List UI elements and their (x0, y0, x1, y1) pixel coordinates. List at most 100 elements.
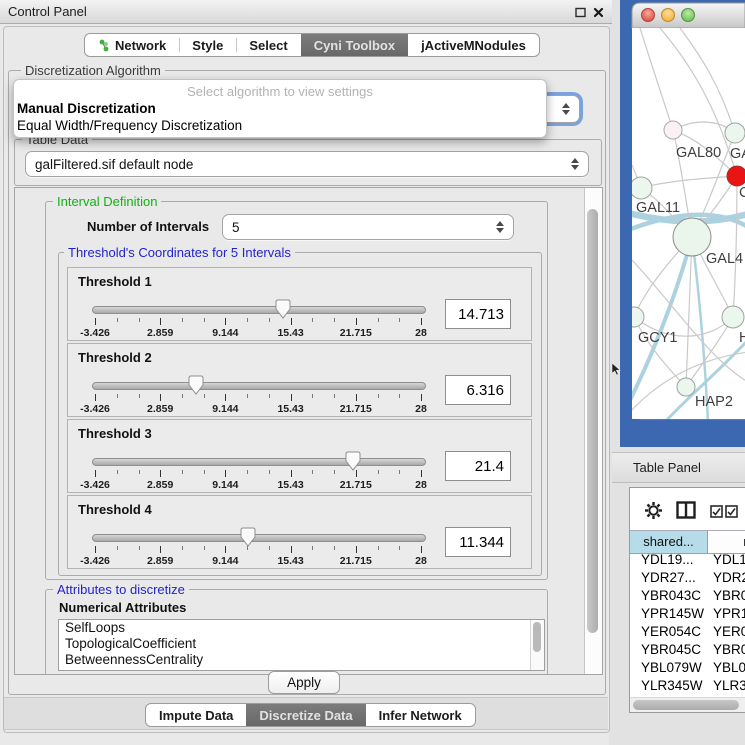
tab-cyni-toolbox[interactable]: Cyni Toolbox (301, 34, 408, 56)
minimize-traffic-light[interactable] (662, 9, 675, 22)
tab-jactivemnodules[interactable]: jActiveMNodules (408, 34, 539, 56)
network-node[interactable] (677, 378, 695, 396)
apply-button[interactable]: Apply (268, 671, 340, 694)
split-columns-icon[interactable] (676, 501, 696, 519)
threshold-slider-track[interactable] (92, 382, 426, 390)
tab-network[interactable]: Network (85, 34, 179, 56)
scrollbar-thumb[interactable] (533, 622, 541, 652)
table-row[interactable]: YPR145WYPR1 (630, 606, 745, 624)
network-node-selected[interactable] (727, 166, 745, 186)
table-body: YDL19...YDL1YDR27...YDR2YBR043CYBR0YPR14… (630, 552, 745, 713)
table-cell-shared-name[interactable]: YER054C (630, 624, 707, 642)
zoom-traffic-light[interactable] (682, 9, 695, 22)
table-cell-shared-name[interactable]: YDR27... (630, 570, 707, 588)
number-of-intervals-combobox[interactable]: 5 (222, 214, 514, 240)
table-header-shared-name[interactable]: shared... (630, 531, 708, 553)
slider-tick-label: 9.144 (212, 555, 238, 567)
table-cell-name[interactable]: YDR2 (707, 570, 745, 588)
threshold-slider-track[interactable] (92, 306, 426, 314)
threshold-slider-thumb[interactable] (188, 375, 204, 395)
network-node[interactable] (725, 123, 745, 143)
table-cell-shared-name[interactable]: YDL19... (630, 552, 707, 570)
table-data-combobox-value: galFiltered.sif default node (35, 157, 193, 172)
slider-tick (95, 546, 96, 553)
network-view-panel[interactable]: GAL80 GA C GAL11 GAL4 GCY1 H HAP2 (620, 0, 745, 447)
slider-tick-label: -3.426 (80, 479, 110, 491)
checkbox-icon[interactable] (710, 505, 723, 518)
threshold-value-field[interactable]: 11.344 (445, 527, 511, 557)
scrollbar-thumb[interactable] (587, 209, 598, 633)
slider-tick (421, 546, 422, 553)
table-panel-titlebar[interactable]: Table Panel (612, 452, 745, 483)
dropdown-option-equal-width[interactable]: Equal Width/Frequency Discretization (17, 118, 242, 133)
table-row[interactable]: YER054CYER0 (630, 624, 745, 642)
gear-icon[interactable] (644, 501, 663, 520)
network-node[interactable] (722, 306, 744, 328)
table-cell-shared-name[interactable]: YBL079W (630, 660, 707, 678)
dropdown-option-manual[interactable]: Manual Discretization (17, 101, 156, 116)
threshold-slider-track[interactable] (92, 458, 426, 466)
slider-tick (399, 470, 400, 474)
threshold-value-field[interactable]: 14.713 (445, 299, 511, 329)
node-label: HAP2 (695, 394, 733, 410)
attribute-list-item[interactable]: BetweennessCentrality (59, 652, 544, 668)
threshold-slider-track[interactable] (92, 534, 426, 542)
table-cell-name[interactable]: YLR3 (707, 678, 745, 696)
table-row[interactable]: YDR27...YDR2 (630, 570, 745, 588)
scrollbar-thumb[interactable] (633, 700, 739, 710)
table-header-name[interactable]: na (708, 531, 745, 553)
table-row[interactable]: YDL19...YDL1 (630, 552, 745, 570)
attributes-list-scrollbar[interactable] (530, 620, 544, 670)
float-window-icon[interactable] (574, 6, 587, 19)
table-cell-shared-name[interactable]: YBR045C (630, 642, 707, 660)
table-row[interactable]: YBR045CYBR0 (630, 642, 745, 660)
network-node[interactable] (630, 177, 652, 199)
threshold-slider-thumb[interactable] (240, 527, 256, 547)
close-icon[interactable] (592, 6, 605, 19)
table-cell-name[interactable]: YBR0 (707, 642, 745, 660)
checkbox-icon[interactable] (725, 505, 738, 518)
slider-tick-label: 21.715 (340, 479, 372, 491)
threshold-slider-thumb[interactable] (345, 451, 361, 471)
slider-tick (225, 546, 226, 553)
tab-impute-data[interactable]: Impute Data (146, 704, 246, 726)
combo-spinner-icon (562, 102, 570, 116)
tab-infer-network[interactable]: Infer Network (366, 704, 475, 726)
slider-tick (182, 318, 183, 322)
slider-tick (378, 546, 379, 550)
slider-tick (291, 394, 292, 401)
network-node[interactable] (664, 121, 682, 139)
table-cell-shared-name[interactable]: YBR043C (630, 588, 707, 606)
tab-discretize-data[interactable]: Discretize Data (246, 704, 365, 726)
slider-tick-label: 9.144 (212, 403, 238, 415)
attribute-list-item[interactable]: TopologicalCoefficient (59, 636, 544, 652)
threshold-slider-thumb[interactable] (275, 299, 291, 319)
slider-tick (334, 546, 335, 550)
table-row[interactable]: YBL079WYBL0 (630, 660, 745, 678)
attribute-list-item[interactable]: SelfLoops (59, 620, 544, 636)
network-canvas[interactable]: GAL80 GA C GAL11 GAL4 GCY1 H HAP2 (624, 28, 745, 422)
slider-tick (312, 470, 313, 474)
threshold-value-field[interactable]: 21.4 (445, 451, 511, 481)
table-cell-name[interactable]: YPR1 (707, 606, 745, 624)
table-cell-name[interactable]: YBL0 (707, 660, 745, 678)
table-cell-name[interactable]: YDL1 (707, 552, 745, 570)
table-data-combobox[interactable]: galFiltered.sif default node (25, 151, 589, 177)
threshold-panel-4: Threshold 4-3.4262.8599.14415.4321.71528… (67, 495, 532, 569)
table-cell-name[interactable]: YER0 (707, 624, 745, 642)
table-cell-shared-name[interactable]: YPR145W (630, 606, 707, 624)
panel-vertical-scrollbar[interactable] (584, 188, 602, 674)
table-row[interactable]: YLR345WYLR3 (630, 678, 745, 696)
threshold-value-field[interactable]: 6.316 (445, 375, 511, 405)
table-cell-name[interactable]: YBR0 (707, 588, 745, 606)
tab-select[interactable]: Select (236, 34, 300, 56)
slider-tick-label: 2.859 (147, 327, 173, 339)
numerical-attributes-list[interactable]: SelfLoopsTopologicalCoefficientBetweenne… (58, 619, 545, 671)
tab-style[interactable]: Style (179, 34, 236, 56)
table-row[interactable]: YBR043CYBR0 (630, 588, 745, 606)
close-traffic-light[interactable] (642, 9, 655, 22)
table-cell-shared-name[interactable]: YLR345W (630, 678, 707, 696)
table-horizontal-scrollbar[interactable] (630, 697, 745, 712)
slider-tick (225, 394, 226, 401)
slider-tick (356, 470, 357, 477)
